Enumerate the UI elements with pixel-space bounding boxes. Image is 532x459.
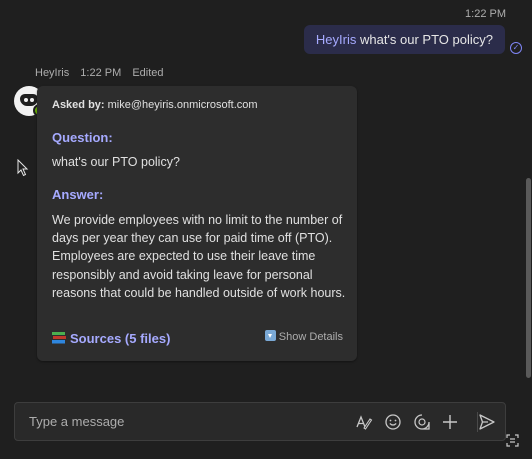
question-label: Question: [52, 130, 113, 145]
sources-label: Sources (5 files) [70, 331, 171, 346]
asked-by: Asked by: mike@heyiris.onmicrosoft.com [52, 99, 258, 111]
show-details-icon [264, 330, 276, 341]
my-message-text: what's our PTO policy? [356, 32, 493, 47]
mention-heyiris[interactable]: HeyIris [316, 32, 356, 47]
bot-message-time: 1:22 PM [80, 67, 122, 79]
scrollbar-thumb[interactable] [526, 178, 531, 378]
compose-box[interactable] [14, 402, 506, 441]
answer-label: Answer: [52, 187, 104, 202]
format-icon[interactable] [355, 413, 373, 431]
sender-name: HeyIris [35, 67, 70, 79]
screen-capture-icon[interactable] [506, 434, 519, 447]
scrollbar-track[interactable] [524, 0, 532, 459]
asked-by-email: mike@heyiris.onmicrosoft.com [104, 99, 258, 111]
question-text: what's our PTO policy? [52, 155, 180, 169]
my-message-bubble[interactable]: HeyIris what's our PTO policy? [303, 25, 505, 54]
books-icon [52, 332, 66, 344]
send-icon[interactable] [478, 413, 496, 431]
sources-link[interactable]: Sources (5 files) [52, 331, 170, 346]
plus-icon[interactable] [441, 413, 459, 431]
answer-text: We provide employees with no limit to th… [52, 213, 346, 300]
message-input[interactable] [27, 413, 331, 430]
show-details-label: Show Details [278, 331, 343, 343]
mouse-cursor-icon [17, 159, 29, 177]
read-receipt-icon: ✓ [510, 42, 522, 54]
asked-by-label: Asked by: [52, 99, 105, 111]
edited-label: Edited [132, 67, 164, 79]
show-details-button[interactable]: Show Details [264, 330, 343, 343]
answer-card: Asked by: mike@heyiris.onmicrosoft.com Q… [37, 86, 357, 361]
my-message-time: 1:22 PM [465, 8, 506, 20]
emoji-icon[interactable] [384, 413, 402, 431]
loop-icon[interactable] [413, 413, 431, 431]
bot-message-meta: HeyIris 1:22 PM Edited [35, 67, 172, 79]
